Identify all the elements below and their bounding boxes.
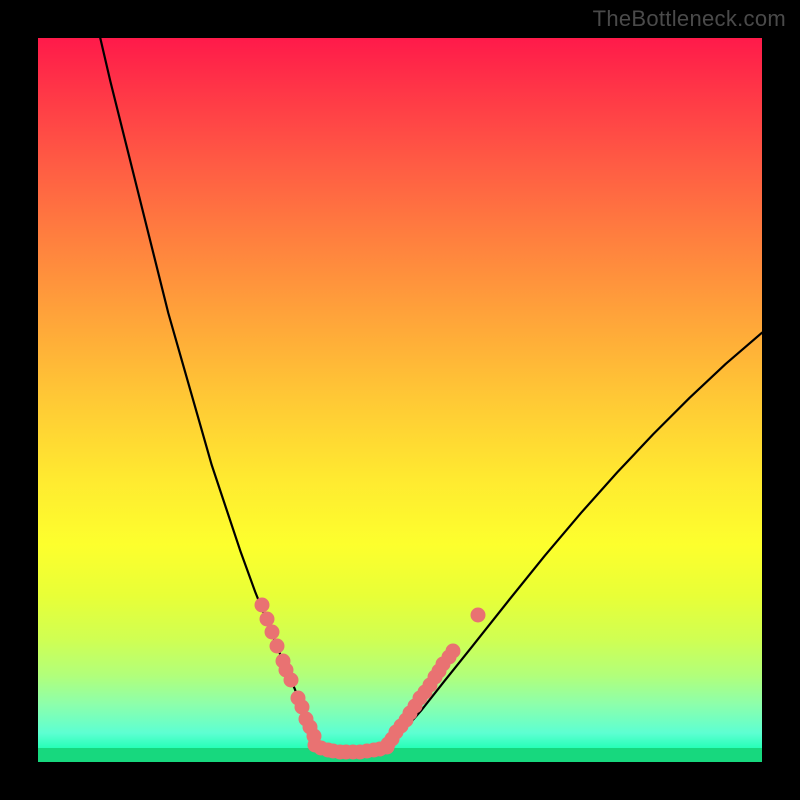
watermark-text: TheBottleneck.com xyxy=(593,6,786,32)
chart-marker xyxy=(254,597,269,612)
baseline-band xyxy=(38,748,762,762)
chart-marker xyxy=(445,643,460,658)
chart-marker xyxy=(471,608,486,623)
chart-plot-area xyxy=(38,38,762,762)
chart-marker xyxy=(283,673,298,688)
chart-curve xyxy=(38,38,762,762)
chart-marker xyxy=(269,639,284,654)
chart-marker xyxy=(264,624,279,639)
